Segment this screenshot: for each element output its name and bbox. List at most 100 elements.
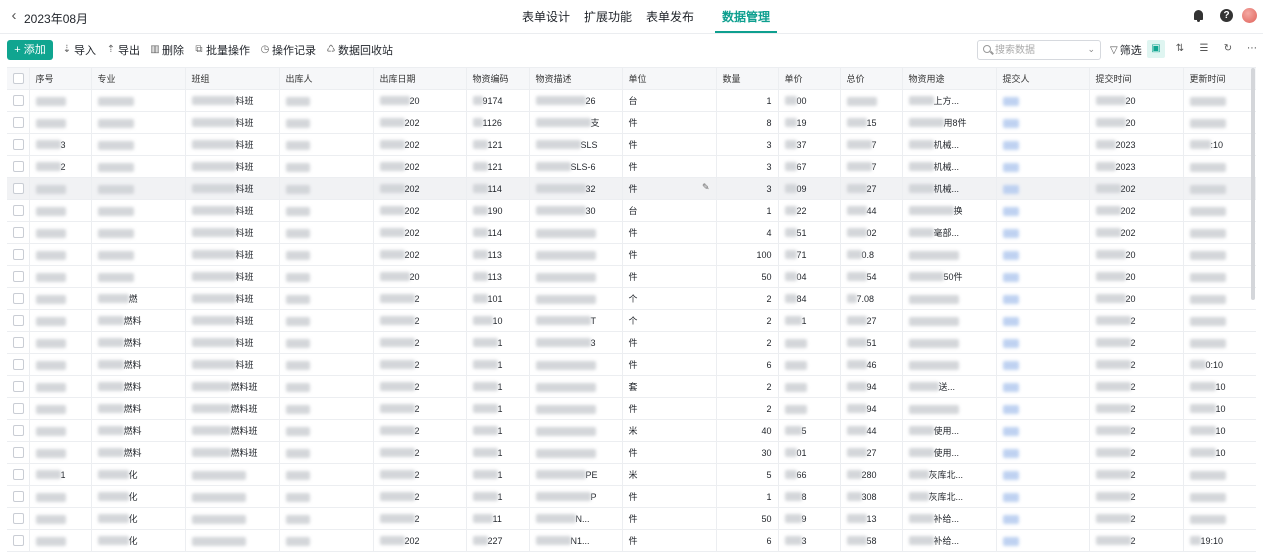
row-checkbox[interactable] (13, 447, 24, 459)
row-checkbox[interactable] (13, 95, 24, 107)
row-checkbox[interactable] (13, 205, 24, 217)
table-row[interactable]: 料班 202 190 30 台 1 22 44 换 202 (7, 199, 1256, 222)
row-checkbox[interactable] (13, 161, 24, 173)
filter-button[interactable]: ▽ 筛选 (1110, 42, 1142, 58)
row-select-cell[interactable] (7, 507, 30, 530)
table-row[interactable]: 1 化 2 1 PE 米 5 66 280 灰库北... 2 (7, 463, 1256, 486)
row-select-cell[interactable] (7, 441, 30, 464)
search-input[interactable] (995, 43, 1085, 57)
column-header[interactable]: 物资用途 (902, 67, 997, 90)
chevron-down-icon[interactable]: ⌄ (1087, 44, 1095, 55)
row-checkbox[interactable] (13, 249, 24, 261)
row-checkbox[interactable] (13, 293, 24, 305)
column-header[interactable]: 单价 (778, 67, 841, 90)
edit-pencil-icon[interactable]: ✎ (702, 182, 710, 193)
row-select-cell[interactable] (7, 397, 30, 420)
table-row[interactable]: 燃料 燃料班 2 1 件 2 94 2 10 (7, 397, 1256, 420)
tab-data-management[interactable]: 数据管理 (715, 0, 778, 34)
row-select-cell[interactable] (7, 463, 30, 486)
table-row[interactable]: 燃料 料班 2 1 3 件 2 51 2 (7, 331, 1256, 354)
row-select-cell[interactable] (7, 287, 30, 310)
row-select-cell[interactable] (7, 155, 30, 178)
table-row[interactable]: 化 2 11 N... 件 50 9 13 补给... 2 (7, 507, 1256, 530)
column-header[interactable]: 专业 (91, 67, 186, 90)
avatar[interactable] (1242, 8, 1257, 23)
row-select-cell[interactable] (7, 265, 30, 288)
row-checkbox[interactable] (13, 469, 24, 481)
row-select-cell[interactable] (7, 111, 30, 134)
table-row[interactable]: 2 料班 202 121 SLS-6 件 3 67 7 机械... 2023 (7, 155, 1256, 178)
table-row[interactable]: 料班 20 113 件 50 04 54 50件 20 (7, 265, 1256, 288)
more-icon[interactable]: ⋯ (1243, 40, 1261, 58)
row-checkbox[interactable] (13, 513, 24, 525)
row-checkbox[interactable] (13, 227, 24, 239)
select-all-checkbox[interactable] (13, 73, 24, 85)
back-arrow-icon[interactable]: ‹ (6, 8, 22, 24)
row-select-cell[interactable] (7, 485, 30, 508)
row-checkbox[interactable] (13, 337, 24, 349)
help-icon[interactable]: ? (1220, 9, 1233, 22)
table-row[interactable]: 料班 202 114 件 4 51 02 毫部... 202 (7, 221, 1256, 244)
row-select-cell[interactable] (7, 529, 30, 552)
row-checkbox[interactable] (13, 139, 24, 151)
table-row[interactable]: 燃料 燃料班 2 1 套 2 94 送... 2 10 (7, 375, 1256, 398)
row-checkbox[interactable] (13, 271, 24, 283)
operation-log-button[interactable]: ◷ 操作记录 (260, 40, 316, 60)
sort-icon[interactable]: ⇅ (1171, 40, 1189, 58)
table-row[interactable]: 化 2 1 P 件 1 8 308 灰库北... 2 (7, 485, 1256, 508)
row-select-cell[interactable] (7, 89, 30, 112)
row-checkbox[interactable] (13, 359, 24, 371)
row-select-cell[interactable] (7, 133, 30, 156)
column-header[interactable]: 提交时间 (1089, 67, 1184, 90)
bell-icon[interactable] (1192, 9, 1206, 23)
columns-icon[interactable]: ☰ (1195, 40, 1213, 58)
tab-extensions[interactable]: 扩展功能 (577, 0, 639, 34)
batch-operation-button[interactable]: ⧉ 批量操作 (194, 40, 250, 60)
row-checkbox[interactable] (13, 491, 24, 503)
row-select-cell[interactable] (7, 331, 30, 354)
table-row[interactable]: 燃料 料班 2 1 件 6 46 2 0:10 (7, 353, 1256, 376)
column-header[interactable]: 提交人 (996, 67, 1090, 90)
card-view-icon[interactable]: ▣ (1147, 40, 1165, 58)
table-row[interactable]: 料班 202 113 件 100 71 0.8 20 (7, 243, 1256, 266)
row-checkbox[interactable] (13, 381, 24, 393)
import-button[interactable]: ⇣ 导入 (62, 40, 96, 60)
table-row[interactable]: 料班 202 114 32 件 ✎ 3 09 27 机械... 202 (7, 177, 1256, 200)
column-header[interactable]: 数量 (716, 67, 779, 90)
table-row[interactable]: 3 料班 202 121 SLS 件 3 37 7 机械... 2023:10 (7, 133, 1256, 156)
tab-form-publish[interactable]: 表单发布 (639, 0, 701, 34)
table-row[interactable]: 料班 20 9174 26 台 1 00 上方... 20 (7, 89, 1256, 112)
row-select-cell[interactable] (7, 419, 30, 442)
column-header[interactable]: 单位 (622, 67, 717, 90)
column-header[interactable]: 出库人 (279, 67, 374, 90)
row-select-cell[interactable] (7, 243, 30, 266)
table-row[interactable]: 料班 202 1126 支 件 8 19 15 用8件 20 (7, 111, 1256, 134)
table-row[interactable]: 燃 料班 2 101 个 2 84 7.08 20 (7, 287, 1256, 310)
row-checkbox[interactable] (13, 183, 24, 195)
row-select-cell[interactable] (7, 199, 30, 222)
column-header[interactable]: 物资描述 (529, 67, 623, 90)
recycle-bin-button[interactable]: ♺ 数据回收站 (326, 40, 393, 60)
table-row[interactable]: 燃料 料班 2 10 T 个 2 1 27 2 (7, 309, 1256, 332)
tab-form-design[interactable]: 表单设计 (515, 0, 577, 34)
vertical-scrollbar[interactable] (1251, 68, 1255, 300)
delete-button[interactable]: ▥ 删除 (150, 40, 184, 60)
export-button[interactable]: ⇡ 导出 (106, 40, 140, 60)
row-select-cell[interactable] (7, 375, 30, 398)
column-header[interactable]: 总价 (840, 67, 903, 90)
table-row[interactable]: 燃料 燃料班 2 1 米 40 5 44 使用... 2 10 (7, 419, 1256, 442)
table-row[interactable]: 燃料 燃料班 2 1 件 30 01 27 使用... 2 10 (7, 441, 1256, 464)
column-header[interactable]: 出库日期 (373, 67, 467, 90)
row-checkbox[interactable] (13, 315, 24, 327)
column-header[interactable]: 班组 (185, 67, 280, 90)
refresh-icon[interactable]: ↻ (1219, 40, 1237, 58)
select-all-header[interactable] (7, 67, 30, 90)
row-checkbox[interactable] (13, 425, 24, 437)
row-select-cell[interactable] (7, 353, 30, 376)
row-checkbox[interactable] (13, 117, 24, 129)
column-header[interactable]: 更新时间 (1183, 67, 1256, 90)
row-select-cell[interactable] (7, 177, 30, 200)
column-header[interactable]: 物资编码 (466, 67, 530, 90)
add-button[interactable]: + 添加 (7, 40, 53, 60)
row-select-cell[interactable] (7, 221, 30, 244)
